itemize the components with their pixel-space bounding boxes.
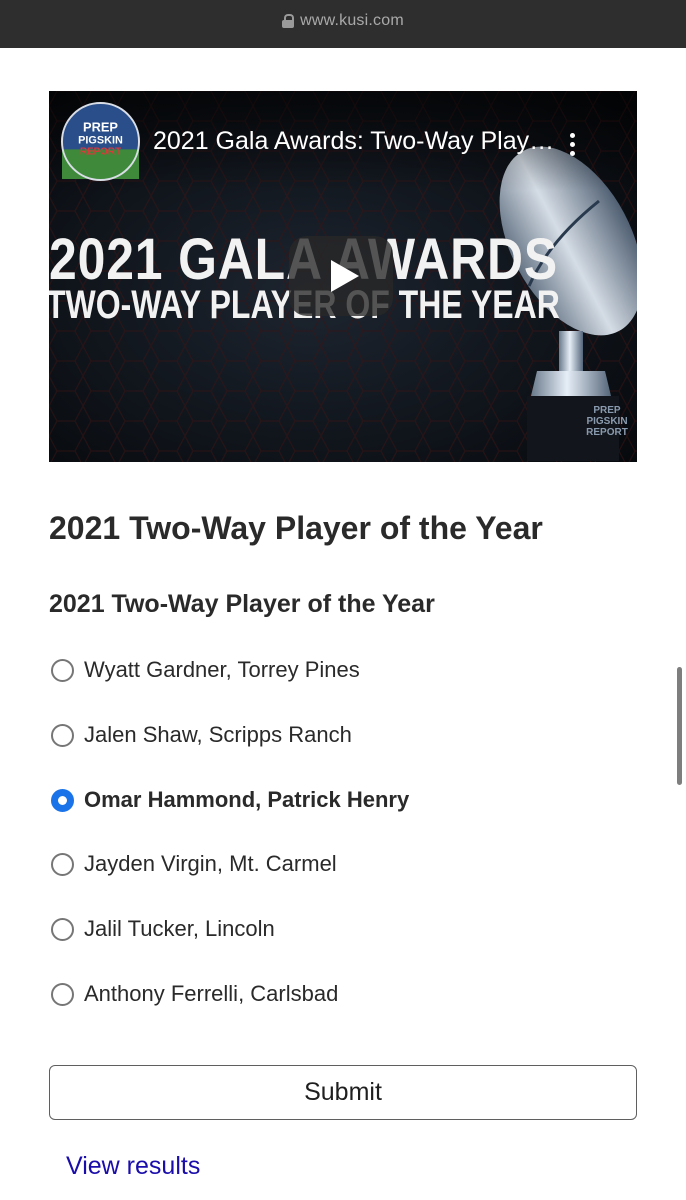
url-text: www.kusi.com	[300, 12, 404, 29]
browser-address-bar[interactable]: www.kusi.com	[0, 0, 686, 48]
poll-option-label: Jayden Virgin, Mt. Carmel	[84, 851, 337, 876]
watermark-logo: PREP PIGSKIN REPORT	[586, 405, 628, 438]
poll-option-label: Wyatt Gardner, Torrey Pines	[84, 657, 360, 682]
channel-logo-line3: REPORT	[80, 146, 121, 157]
svg-text:PIGSKIN: PIGSKIN	[586, 416, 627, 427]
video-embed[interactable]: PREP PIGSKIN REPORT 2021 Gala Awards: Tw…	[49, 91, 637, 462]
more-options-icon[interactable]	[564, 133, 580, 161]
lock-icon	[282, 14, 295, 28]
scrollbar[interactable]	[677, 667, 682, 785]
video-title[interactable]: 2021 Gala Awards: Two-Way Player of the …	[153, 127, 563, 156]
play-button[interactable]	[289, 236, 393, 316]
view-results-link[interactable]: View results	[66, 1152, 200, 1181]
radio-button[interactable]	[51, 852, 74, 876]
poll-option[interactable]: Jalil Tucker, Lincoln	[49, 912, 275, 946]
radio-button[interactable]	[51, 917, 74, 941]
play-icon	[331, 260, 359, 292]
poll-option-label: Jalen Shaw, Scripps Ranch	[84, 722, 352, 747]
poll-option-label: Anthony Ferrelli, Carlsbad	[84, 981, 339, 1006]
poll-option[interactable]: Omar Hammond, Patrick Henry	[49, 783, 409, 817]
poll-option[interactable]: Anthony Ferrelli, Carlsbad	[49, 977, 338, 1011]
poll-option-label: Jalil Tucker, Lincoln	[84, 916, 275, 941]
poll-question: 2021 Two-Way Player of the Year	[49, 590, 435, 618]
radio-button[interactable]	[51, 658, 74, 682]
poll-option[interactable]: Jayden Virgin, Mt. Carmel	[49, 847, 337, 881]
channel-avatar[interactable]: PREP PIGSKIN REPORT	[61, 102, 140, 181]
url-display[interactable]: www.kusi.com	[282, 12, 404, 30]
channel-logo-line1: PREP	[83, 120, 118, 135]
poll-option[interactable]: Jalen Shaw, Scripps Ranch	[49, 718, 352, 752]
submit-button[interactable]: Submit	[49, 1065, 637, 1120]
svg-text:REPORT: REPORT	[586, 427, 628, 438]
svg-text:PREP: PREP	[593, 405, 621, 416]
radio-button-selected[interactable]	[51, 788, 74, 812]
channel-logo-line2: PIGSKIN	[78, 134, 123, 146]
poll-option-label: Omar Hammond, Patrick Henry	[84, 787, 410, 812]
poll-option[interactable]: Wyatt Gardner, Torrey Pines	[49, 653, 360, 687]
radio-button[interactable]	[51, 982, 74, 1006]
page-title: 2021 Two-Way Player of the Year	[49, 510, 543, 546]
radio-button[interactable]	[51, 723, 74, 747]
